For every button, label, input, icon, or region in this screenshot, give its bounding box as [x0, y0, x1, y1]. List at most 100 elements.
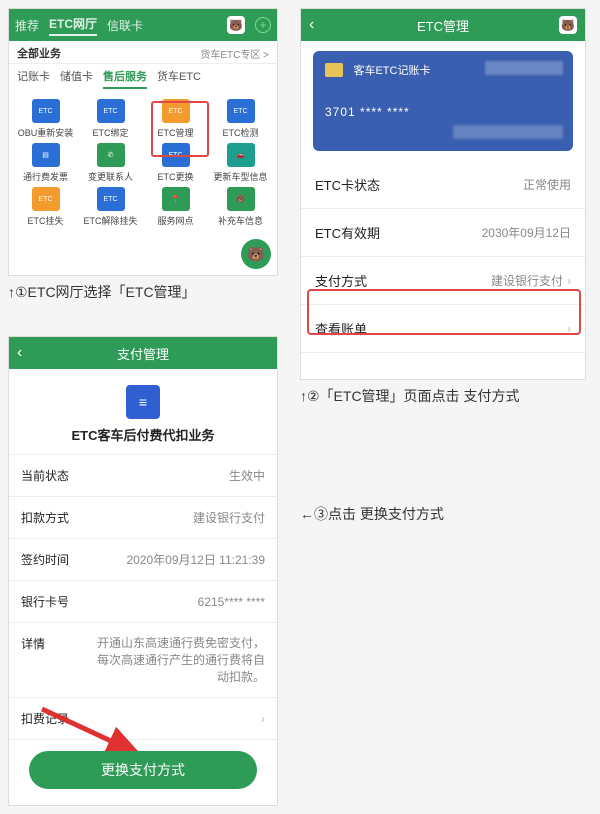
row-key: 支付方式 — [315, 271, 367, 290]
service-icon: ETC — [32, 99, 60, 123]
prow-3: 银行卡号 6215**** **** — [9, 581, 277, 623]
row-key: 详情 — [21, 635, 45, 652]
row-val: 6215**** **** — [198, 595, 265, 609]
etc-hall-panel: 推荐 ETC网厅 信联卡 🐻 + 全部业务 货车ETC专区 > 记账卡 储值卡 … — [8, 8, 278, 276]
row-val: 开通山东高速通行费免密支付，每次高速通行产生的通行费将自动扣款。 — [95, 635, 265, 685]
tab-xinlian[interactable]: 信联卡 — [107, 17, 143, 34]
service-grid: ETCOBU重新安装ETCETC绑定ETCETC管理ETCETC检测▤通行费发票… — [9, 93, 277, 233]
caption-2: ↑②「ETC管理」页面点击 支付方式 — [300, 386, 519, 406]
card-number: 3701 **** **** — [325, 105, 561, 119]
blur-num — [453, 125, 563, 139]
service-icon: ETC — [97, 187, 125, 211]
service-label: ETC更换 — [157, 170, 193, 183]
row-0: ETC卡状态 正常使用 — [301, 161, 585, 209]
blur-plate — [485, 61, 563, 75]
row-key: 银行卡号 — [21, 593, 69, 610]
all-services-label: 全部业务 — [17, 45, 61, 61]
tab-etc-hall[interactable]: ETC网厅 — [49, 15, 97, 36]
row-key: 签约时间 — [21, 551, 69, 568]
service-icon: 🐻 — [227, 187, 255, 211]
service-8[interactable]: ETC ETC挂失 — [13, 187, 78, 227]
business-block: ≡ ETC客车后付费代扣业务 — [9, 369, 277, 455]
pay-manage-title: 支付管理 — [117, 344, 169, 363]
card-name: 客车ETC记账卡 — [353, 65, 430, 77]
business-title: ETC客车后付费代扣业务 — [71, 425, 214, 444]
cat-chuzhi[interactable]: 储值卡 — [60, 68, 93, 89]
prow-0: 当前状态 生效中 — [9, 455, 277, 497]
service-3[interactable]: ETC ETC检测 — [208, 99, 273, 139]
service-label: 通行费发票 — [23, 170, 68, 183]
business-icon: ≡ — [126, 385, 160, 419]
chip-icon — [325, 63, 343, 77]
service-label: 服务网点 — [157, 214, 193, 227]
etc-card[interactable]: 客车ETC记账卡 3701 **** **** — [313, 51, 573, 151]
service-label: ETC检测 — [222, 126, 258, 139]
prow-5[interactable]: 扣费记录 › — [9, 698, 277, 740]
cat-truck[interactable]: 货车ETC — [157, 68, 201, 89]
service-icon: ETC — [32, 187, 60, 211]
row-1: ETC有效期 2030年09月12日 — [301, 209, 585, 257]
service-icon: ✆ — [97, 143, 125, 167]
sub-header: 全部业务 货车ETC专区 > — [9, 41, 277, 64]
highlight-etc-manage — [151, 101, 209, 157]
category-tabs: 记账卡 储值卡 售后服务 货车ETC — [9, 64, 277, 93]
row-val: 生效中 — [229, 467, 265, 484]
row-val: › — [257, 712, 265, 726]
service-label: OBU重新安装 — [18, 126, 74, 139]
service-label: ETC绑定 — [92, 126, 128, 139]
service-icon: 🚗 — [227, 143, 255, 167]
caption-3: ←③点击 更换支付方式 — [300, 504, 444, 524]
back-icon[interactable]: ‹ — [309, 16, 314, 34]
service-10[interactable]: 📍 服务网点 — [143, 187, 208, 227]
mascot-icon: 🐻 — [559, 16, 577, 34]
service-label: ETC解除挂失 — [83, 214, 137, 227]
service-icon: ETC — [227, 99, 255, 123]
service-label: ETC挂失 — [27, 214, 63, 227]
etc-manage-header: ‹ ETC管理 🐻 — [301, 9, 585, 41]
row-val: 2030年09月12日 — [482, 226, 571, 240]
chevron-right-icon: › — [261, 712, 265, 726]
mascot-icon: 🐻 — [227, 16, 245, 34]
service-icon: 📍 — [162, 187, 190, 211]
service-0[interactable]: ETC OBU重新安装 — [13, 99, 78, 139]
service-11[interactable]: 🐻 补充车信息 — [208, 187, 273, 227]
row-key: ETC有效期 — [315, 223, 380, 242]
top-tabs: 推荐 ETC网厅 信联卡 🐻 + — [9, 9, 277, 41]
service-icon: ▤ — [32, 143, 60, 167]
service-1[interactable]: ETC ETC绑定 — [78, 99, 143, 139]
service-9[interactable]: ETC ETC解除挂失 — [78, 187, 143, 227]
cat-aftersale[interactable]: 售后服务 — [103, 68, 147, 89]
mascot-fab[interactable]: 🐻 — [241, 239, 271, 269]
row-val: 建设银行支付 — [491, 274, 563, 288]
truck-zone-link[interactable]: 货车ETC专区 > — [200, 46, 269, 61]
highlight-pay-method — [307, 289, 581, 335]
service-label: 更新车型信息 — [213, 170, 267, 183]
add-icon[interactable]: + — [255, 17, 271, 33]
row-key: 扣款方式 — [21, 509, 69, 526]
pay-manage-header: ‹ 支付管理 — [9, 337, 277, 369]
row-val: 2020年09月12日 11:21:39 — [126, 551, 265, 568]
row-key: ETC卡状态 — [315, 175, 380, 194]
etc-manage-panel: ‹ ETC管理 🐻 客车ETC记账卡 3701 **** **** ETC卡状态… — [300, 8, 586, 380]
tab-recommend[interactable]: 推荐 — [15, 17, 39, 34]
row-val: 建设银行支付 — [193, 509, 265, 526]
service-icon: ETC — [97, 99, 125, 123]
row-key: 扣费记录 — [21, 710, 69, 727]
service-4[interactable]: ▤ 通行费发票 — [13, 143, 78, 183]
service-7[interactable]: 🚗 更新车型信息 — [208, 143, 273, 183]
service-label: 变更联系人 — [88, 170, 133, 183]
row-val: 正常使用 — [523, 178, 571, 192]
cat-jizhang[interactable]: 记账卡 — [17, 68, 50, 89]
row-key: 当前状态 — [21, 467, 69, 484]
pay-manage-panel: ‹ 支付管理 ≡ ETC客车后付费代扣业务 当前状态 生效中扣款方式 建设银行支付签… — [8, 336, 278, 806]
prow-4: 详情 开通山东高速通行费免密支付，每次高速通行产生的通行费将自动扣款。 — [9, 623, 277, 698]
change-pay-button[interactable]: 更换支付方式 — [29, 751, 257, 789]
service-label: 补充车信息 — [218, 214, 263, 227]
back-icon[interactable]: ‹ — [17, 344, 22, 362]
prow-2: 签约时间 2020年09月12日 11:21:39 — [9, 539, 277, 581]
prow-1: 扣款方式 建设银行支付 — [9, 497, 277, 539]
chevron-right-icon: › — [567, 274, 571, 288]
caption-1: ↑①ETC网厅选择「ETC管理」 — [8, 282, 196, 302]
service-5[interactable]: ✆ 变更联系人 — [78, 143, 143, 183]
etc-manage-title: ETC管理 — [417, 16, 469, 35]
